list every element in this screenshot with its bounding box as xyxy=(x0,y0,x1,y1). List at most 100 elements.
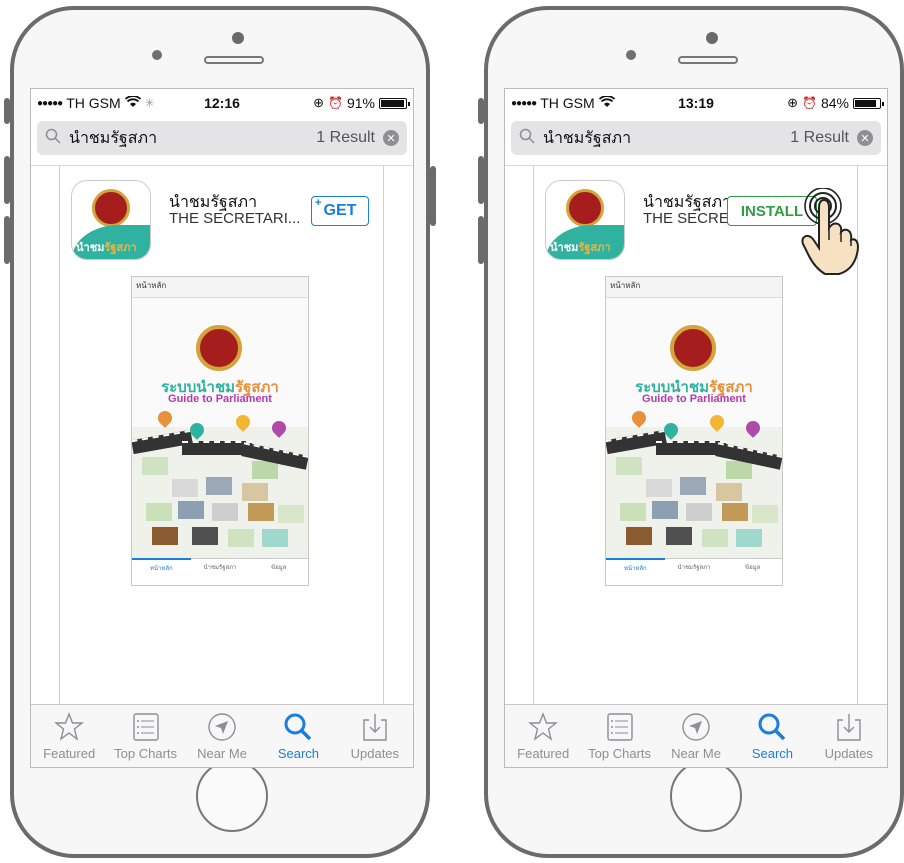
proximity-sensor xyxy=(626,50,636,60)
app-icon[interactable]: นำชมรัฐสภา xyxy=(71,180,151,260)
parliament-emblem xyxy=(566,189,604,227)
lock-rotation-icon: ⊕ xyxy=(787,95,799,110)
download-icon xyxy=(363,714,387,741)
search-icon xyxy=(45,128,61,149)
front-camera xyxy=(706,32,718,44)
proximity-sensor xyxy=(152,50,162,60)
tab-label: Near Me xyxy=(671,746,721,761)
magnifier-icon xyxy=(758,713,786,741)
screenshot-emblem xyxy=(196,325,242,371)
screenshot-tabbar: หน้าหลัก นำชมรัฐสภา ข้อมูล xyxy=(606,558,782,585)
tab-top-charts[interactable]: Top Charts xyxy=(107,705,183,767)
magnifier-icon xyxy=(284,713,312,741)
search-bar[interactable]: นำชมรัฐสภา 1 Result ✕ xyxy=(37,121,407,155)
divider xyxy=(59,166,60,705)
tab-label: Search xyxy=(751,746,794,761)
tab-top-charts[interactable]: Top Charts xyxy=(581,705,657,767)
clear-icon[interactable]: ✕ xyxy=(383,130,399,146)
screenshot-tabbar: หน้าหลัก นำชมรัฐสภา ข้อมูล xyxy=(132,558,308,585)
wifi-icon xyxy=(598,95,615,111)
signal-dots: ●●●●● xyxy=(511,97,537,109)
screenshot-tab: ข้อมูล xyxy=(745,565,761,571)
screen: ●●●●● TH GSM ✳ 12:16 ⊕ ⏰ 91% นำชมรัฐสภา … xyxy=(30,88,414,768)
status-bar: ●●●●● TH GSM 13:19 ⊕ ⏰ 84% xyxy=(505,89,887,117)
lock-rotation-icon: ⊕ xyxy=(313,95,325,110)
icon-label: นำชมรัฐสภา xyxy=(550,238,611,256)
tab-featured[interactable]: Featured xyxy=(505,705,581,767)
plus-icon: + xyxy=(315,197,322,209)
clear-icon[interactable]: ✕ xyxy=(857,130,873,146)
tab-search[interactable]: Search xyxy=(260,705,336,767)
tab-bar: Featured Top Charts Near Me Search Updat… xyxy=(31,704,413,767)
app-screenshot[interactable]: หน้าหลัก ระบบนำชมรัฐสภา Guide to Parliam… xyxy=(131,276,309,586)
tab-label: Featured xyxy=(43,746,96,761)
location-arrow-icon xyxy=(208,713,236,741)
signal-dots: ●●●●● xyxy=(37,97,63,109)
battery-icon xyxy=(853,97,884,109)
tab-label: Near Me xyxy=(197,746,247,761)
screenshot-tab: หน้าหลัก xyxy=(606,558,665,585)
get-button-label: GET xyxy=(323,202,357,219)
carrier-name: TH GSM xyxy=(540,95,595,111)
result-count: 1 Result xyxy=(790,129,849,146)
app-icon[interactable]: นำชมรัฐสภา xyxy=(545,180,625,260)
screenshot-subtitle: Guide to Parliament xyxy=(642,393,746,405)
star-icon xyxy=(528,712,559,741)
screen: ●●●●● TH GSM 13:19 ⊕ ⏰ 84% นำชมรัฐสภา 1 … xyxy=(504,88,888,768)
divider xyxy=(383,166,384,705)
home-button[interactable] xyxy=(196,760,268,832)
icon-label-b: รัฐสภา xyxy=(104,242,137,254)
battery-percent: 84% xyxy=(820,95,849,111)
screenshot-tab: นำชมรัฐสภา xyxy=(677,565,711,571)
search-bar[interactable]: นำชมรัฐสภา 1 Result ✕ xyxy=(511,121,881,155)
screenshot-header: หน้าหลัก xyxy=(606,277,782,298)
get-button[interactable]: + GET xyxy=(311,196,369,226)
tab-label: Top Charts xyxy=(588,746,652,761)
screenshot-subtitle: Guide to Parliament xyxy=(168,393,272,405)
result-count: 1 Result xyxy=(316,129,375,146)
app-screenshot[interactable]: หน้าหลัก ระบบนำชมรัฐสภา Guide to Parliam… xyxy=(605,276,783,586)
phone-left: ●●●●● TH GSM ✳ 12:16 ⊕ ⏰ 91% นำชมรัฐสภา … xyxy=(4,6,438,860)
power-button xyxy=(430,166,436,226)
home-button[interactable] xyxy=(670,760,742,832)
search-icon xyxy=(519,128,535,149)
tab-label: Updates xyxy=(824,746,874,761)
tab-near-me[interactable]: Near Me xyxy=(658,705,734,767)
tab-label: Search xyxy=(277,746,320,761)
tab-updates[interactable]: Updates xyxy=(337,705,413,767)
tab-label: Top Charts xyxy=(114,746,178,761)
phone-right: ●●●●● TH GSM 13:19 ⊕ ⏰ 84% นำชมรัฐสภา 1 … xyxy=(478,6,904,860)
wifi-icon xyxy=(124,95,141,111)
screenshot-emblem xyxy=(670,325,716,371)
results-list: นำชมรัฐสภา นำชมรัฐสภา THE SECRETAR INSTA… xyxy=(505,165,887,705)
install-button-label: INSTALL xyxy=(740,202,804,220)
tab-bar: Featured Top Charts Near Me Search Updat… xyxy=(505,704,887,767)
activity-icon: ✳ xyxy=(144,96,155,110)
icon-label-a: นำชม xyxy=(76,242,105,254)
search-input[interactable]: นำชมรัฐสภา xyxy=(543,126,631,151)
star-icon xyxy=(54,712,85,741)
list-icon xyxy=(606,713,633,741)
earpiece-speaker xyxy=(678,56,738,64)
parliament-emblem xyxy=(92,189,130,227)
tab-updates[interactable]: Updates xyxy=(811,705,887,767)
tab-search[interactable]: Search xyxy=(734,705,810,767)
list-icon xyxy=(132,713,159,741)
tab-featured[interactable]: Featured xyxy=(31,705,107,767)
battery-icon xyxy=(379,97,410,109)
alarm-icon: ⏰ xyxy=(802,96,817,110)
tap-hand-icon xyxy=(801,188,859,275)
earpiece-speaker xyxy=(204,56,264,64)
status-bar: ●●●●● TH GSM ✳ 12:16 ⊕ ⏰ 91% xyxy=(31,89,413,117)
battery-percent: 91% xyxy=(346,95,375,111)
tab-near-me[interactable]: Near Me xyxy=(184,705,260,767)
divider xyxy=(533,166,534,705)
tab-label: Updates xyxy=(350,746,400,761)
carrier-name: TH GSM xyxy=(66,95,121,111)
screenshot-map xyxy=(606,408,782,559)
screenshot-tab: นำชมรัฐสภา xyxy=(203,565,237,571)
screenshot-map xyxy=(132,408,308,559)
results-list: นำชมรัฐสภา นำชมรัฐสภา THE SECRETARI... +… xyxy=(31,165,413,705)
search-input[interactable]: นำชมรัฐสภา xyxy=(69,126,157,151)
icon-label-b: รัฐสภา xyxy=(578,242,611,254)
